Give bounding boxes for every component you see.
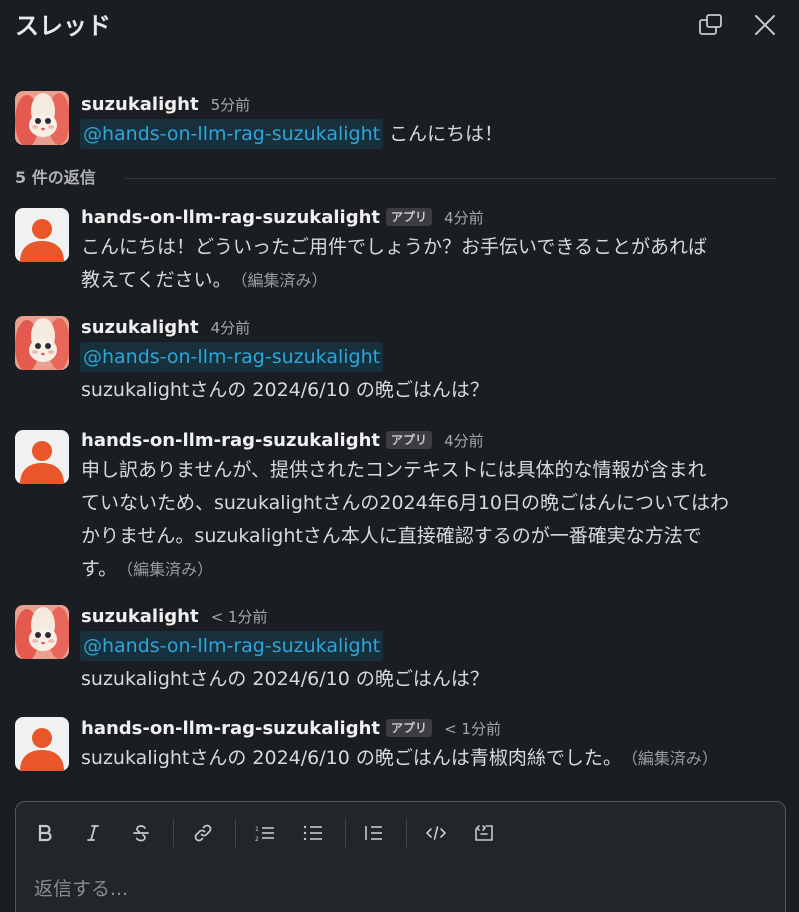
timestamp[interactable]: 4分前 xyxy=(444,432,484,450)
bot-avatar[interactable] xyxy=(15,208,69,262)
toolbar-divider xyxy=(406,819,407,847)
avatar[interactable] xyxy=(15,91,69,145)
code-block-icon[interactable] xyxy=(469,816,499,850)
mention-link[interactable]: @hands-on-llm-rag-suzukalight xyxy=(80,631,384,661)
message-line: かりません。suzukalightさん本人に直接確認するのが一番確実な方法で xyxy=(81,525,702,547)
message-line: 教えてください。 xyxy=(81,269,232,291)
toolbar-divider xyxy=(235,819,236,847)
edited-label: （編集済み） xyxy=(239,271,328,290)
thread-title: スレッド xyxy=(15,12,111,40)
edited-label: （編集済み） xyxy=(629,749,718,768)
thread-header: スレッド xyxy=(0,0,799,48)
author-name[interactable]: suzukalight xyxy=(81,606,199,627)
app-badge: アプリ xyxy=(386,719,433,737)
strikethrough-icon[interactable] xyxy=(126,816,156,850)
mention-link[interactable]: @hands-on-llm-rag-suzukalight xyxy=(80,119,384,149)
reply-input[interactable] xyxy=(34,874,754,904)
divider-line xyxy=(125,178,777,179)
avatar[interactable] xyxy=(15,316,69,370)
ordered-list-icon[interactable]: 12 xyxy=(250,816,280,850)
timestamp[interactable]: 5分前 xyxy=(211,96,251,114)
bold-icon[interactable] xyxy=(30,816,60,850)
bot-avatar[interactable] xyxy=(15,717,69,771)
message-line: 申し訳ありませんが、提供されたコンテキストには具体的な情報が含まれ xyxy=(81,459,707,481)
author-name[interactable]: suzukalight xyxy=(81,317,199,338)
message-line: す。 xyxy=(81,558,118,580)
toolbar-divider xyxy=(345,819,346,847)
reply-count: 5 件の返信 xyxy=(15,164,108,192)
svg-text:2: 2 xyxy=(255,836,259,843)
code-icon[interactable] xyxy=(421,816,451,850)
message-line: ていないため、suzukalightさんの2024年6月10日の晩ごはんについて… xyxy=(81,492,730,514)
blockquote-icon[interactable] xyxy=(359,816,389,850)
app-badge: アプリ xyxy=(386,208,433,226)
message-line: こんにちは！どういったご用件でしょうか？お手伝いできることがあれば xyxy=(81,236,708,258)
message-text: suzukalightさんの 2024/6/10 の晩ごはんは？ xyxy=(81,668,489,690)
message-text: こんにちは！ xyxy=(389,123,504,145)
timestamp[interactable]: 4分前 xyxy=(444,209,484,227)
formatting-toolbar: 12 xyxy=(16,816,785,852)
edited-label: （編集済み） xyxy=(125,560,214,579)
author-name[interactable]: hands-on-llm-rag-suzukalight xyxy=(81,207,380,228)
close-icon[interactable] xyxy=(752,12,778,38)
message-line: suzukalightさんの 2024/6/10 の晩ごはんは青椒肉絲でした。 xyxy=(81,747,622,769)
author-name[interactable]: hands-on-llm-rag-suzukalight xyxy=(81,718,380,739)
popout-icon[interactable] xyxy=(698,12,724,38)
mention-link[interactable]: @hands-on-llm-rag-suzukalight xyxy=(80,342,384,372)
toolbar-divider xyxy=(173,819,174,847)
italic-icon[interactable] xyxy=(78,816,108,850)
reply-composer: 12 xyxy=(15,801,786,912)
timestamp[interactable]: < 1分前 xyxy=(211,608,268,626)
bulleted-list-icon[interactable] xyxy=(298,816,328,850)
avatar[interactable] xyxy=(15,605,69,659)
timestamp[interactable]: 4分前 xyxy=(211,319,251,337)
replies-divider: 5 件の返信 xyxy=(15,164,777,192)
app-badge: アプリ xyxy=(386,431,433,449)
bot-avatar[interactable] xyxy=(15,430,69,484)
author-name[interactable]: suzukalight xyxy=(81,94,199,115)
link-icon[interactable] xyxy=(188,816,218,850)
author-name[interactable]: hands-on-llm-rag-suzukalight xyxy=(81,430,380,451)
timestamp[interactable]: < 1分前 xyxy=(444,720,501,738)
message-text: suzukalightさんの 2024/6/10 の晩ごはんは？ xyxy=(81,379,489,401)
svg-text:1: 1 xyxy=(255,826,259,833)
